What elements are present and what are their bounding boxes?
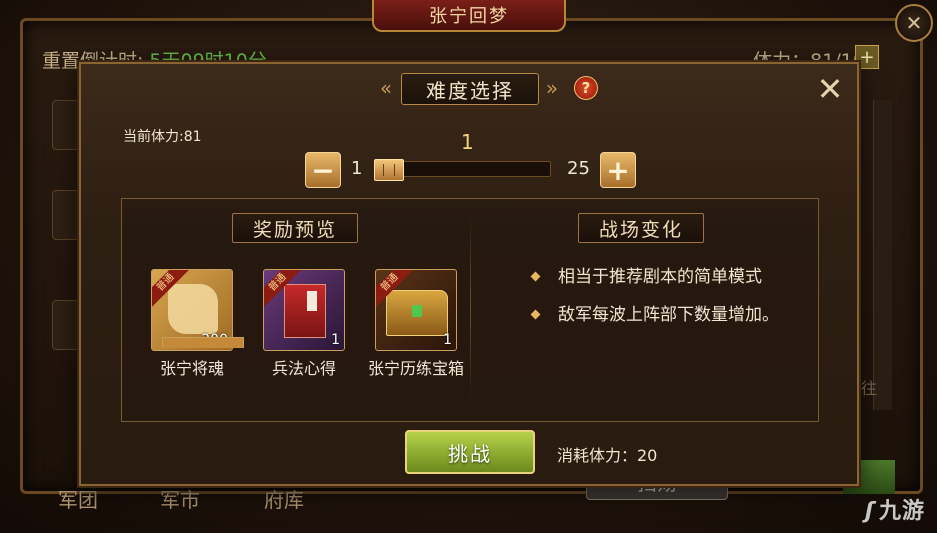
item-count: 1 (443, 332, 452, 348)
tab-market[interactable]: 军市 (160, 484, 200, 513)
change-text: 敌军每波上阵部下数量增加。 (558, 305, 779, 325)
watermark-text: 九游 (878, 499, 925, 524)
increase-level-button[interactable]: + (600, 152, 636, 188)
decrease-level-button[interactable]: − (305, 152, 341, 188)
change-item: 敌军每波上阵部下数量增加。 (524, 303, 794, 327)
side-card[interactable] (52, 190, 82, 240)
book-icon: 普通 1 (263, 269, 345, 351)
tab-legion[interactable]: 军团 (58, 484, 98, 513)
slider-min-label: 1 (351, 158, 363, 179)
reward-item[interactable]: 普通 1 兵法心得 (254, 269, 354, 379)
watermark-logo-icon: ʃ (864, 499, 875, 524)
slider-max-label: 25 (567, 158, 590, 179)
current-stamina: 当前体力:81 (123, 129, 202, 145)
battle-changes-title: 战场变化 (578, 213, 705, 243)
level-slider[interactable] (374, 159, 551, 181)
stamina-cost: 消耗体力：20 (557, 446, 658, 465)
reward-item[interactable]: 普通 200 张宁将魂 (142, 269, 242, 379)
background-title: 张宁回梦 (372, 0, 566, 32)
right-side-text: 往 (860, 379, 877, 398)
slider-handle[interactable] (374, 159, 404, 181)
close-dialog-button[interactable]: ✕ (815, 73, 845, 105)
selected-level: 1 (461, 130, 474, 154)
tab-warehouse[interactable]: 府库 (264, 484, 304, 513)
reward-preview-title: 奖励预览 (232, 213, 359, 243)
right-scroll-strip (873, 100, 892, 410)
dialog-title: 难度选择 (401, 73, 539, 105)
side-card[interactable] (52, 100, 82, 150)
side-card[interactable] (52, 300, 82, 350)
item-name: 张宁历练宝箱 (367, 359, 464, 378)
item-name: 张宁将魂 (159, 359, 224, 378)
watermark: ʃ 九游 (865, 493, 925, 525)
reward-item[interactable]: 普通 1 张宁历练宝箱 (366, 269, 466, 379)
treasure-chest-icon: 普通 1 (375, 269, 457, 351)
difficulty-dialog: « 难度选择 » ? ✕ 当前体力:81 1 − 1 25 + 奖励预览 战场变… (79, 62, 859, 486)
ornament-left-icon: « (379, 76, 393, 100)
battle-changes-list: 相当于推荐剧本的简单模式 敌军每波上阵部下数量增加。 (524, 265, 794, 341)
challenge-button[interactable]: 挑战 (405, 430, 535, 474)
change-text: 相当于推荐剧本的简单模式 (558, 267, 762, 287)
ornament-right-icon: » (545, 76, 559, 100)
help-icon[interactable]: ? (574, 76, 598, 100)
diamond-bullet-icon (530, 309, 541, 320)
dialog-title-bar: « 难度选择 » (371, 70, 567, 108)
reward-item-partial (162, 337, 244, 348)
item-name: 兵法心得 (271, 359, 336, 378)
info-panel: 奖励预览 战场变化 普通 200 张宁将魂 普通 1 兵法心得 (121, 198, 819, 422)
close-icon[interactable]: ✕ (895, 4, 933, 42)
item-count: 1 (331, 332, 340, 348)
change-item: 相当于推荐剧本的简单模式 (524, 265, 794, 289)
diamond-bullet-icon (530, 271, 541, 282)
